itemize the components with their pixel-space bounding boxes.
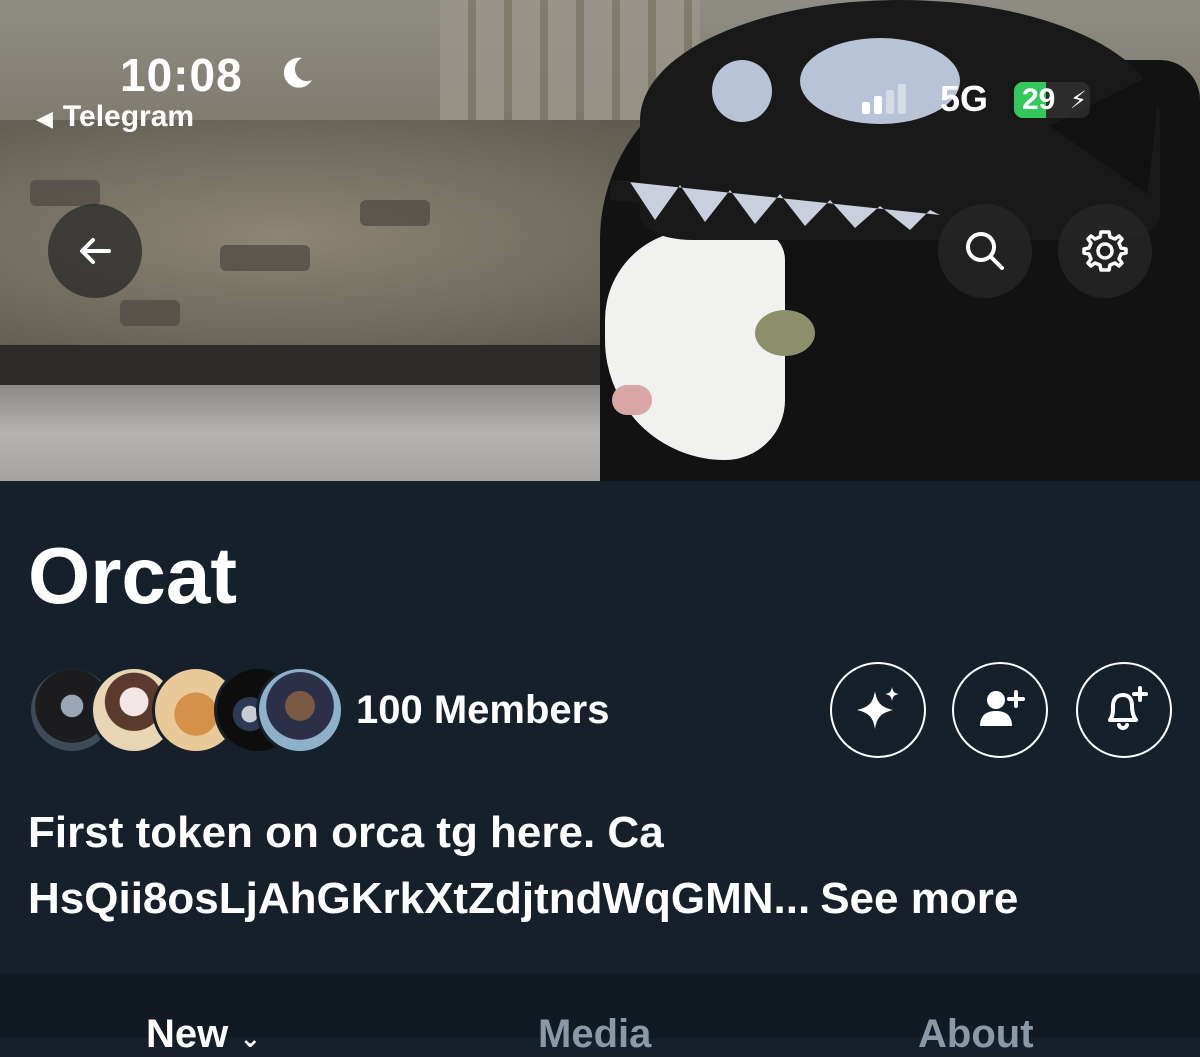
charging-icon: ⚡ [1070,87,1087,114]
notifications-button[interactable] [1076,662,1172,758]
tab-new[interactable]: New ⌄ [146,1012,261,1057]
back-button[interactable] [48,204,142,298]
tab-label: New [146,1012,229,1056]
tab-media[interactable]: Media [538,1012,651,1057]
community-name: Orcat [28,531,237,620]
description-text: First token on orca tg here. Ca HsQii8os… [28,808,811,923]
search-button[interactable] [938,204,1032,298]
status-time: 10:08 [120,49,243,101]
settings-button[interactable] [1058,204,1152,298]
see-more-link[interactable]: See more [820,874,1018,923]
add-member-button[interactable] [952,662,1048,758]
battery-level: 29 [1022,83,1056,116]
cellular-signal-icon [862,84,906,114]
moon-icon [280,54,316,99]
arrow-left-icon [80,238,111,264]
search-icon [966,232,1004,270]
tab-about[interactable]: About [918,1012,1034,1057]
back-app-label: Telegram [62,100,195,133]
sparkle-icon [857,687,899,729]
chevron-down-icon: ⌄ [239,1023,262,1053]
members-count[interactable]: 100 Members [356,688,609,733]
add-user-icon [980,690,1025,726]
network-type: 5G [940,78,989,119]
community-description: First token on orca tg here. Ca HsQii8os… [28,800,1188,932]
battery-icon: 29 ⚡ [1014,82,1090,118]
back-triangle-icon: ◀ [36,106,53,131]
sparkle-button[interactable] [830,662,926,758]
bell-plus-icon [1108,686,1148,730]
gear-icon [1082,230,1128,272]
back-to-telegram[interactable]: ◀ Telegram [36,100,194,134]
avatar [256,666,344,754]
